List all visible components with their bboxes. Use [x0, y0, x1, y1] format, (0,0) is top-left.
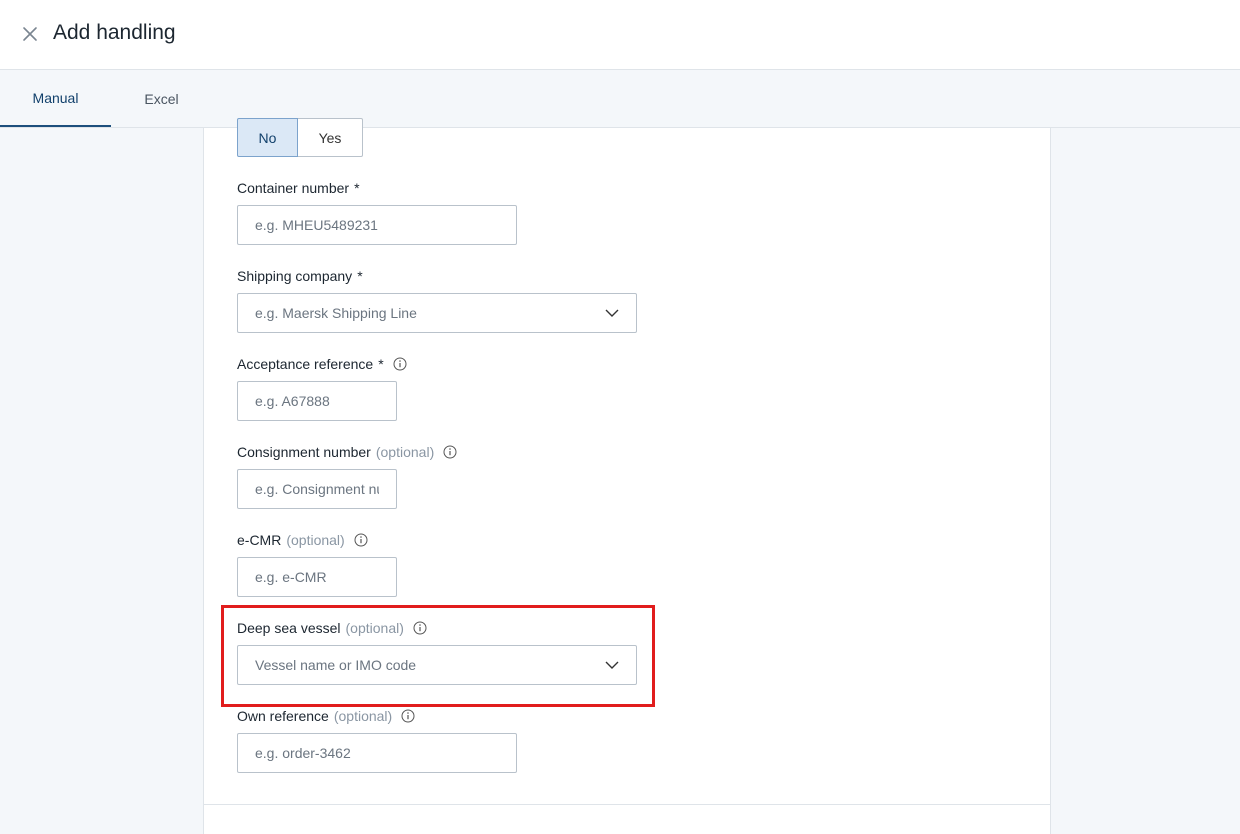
optional-marker: (optional): [375, 444, 435, 460]
own-reference-label-text: Own reference: [237, 708, 329, 724]
toggle-no-button[interactable]: No: [237, 118, 298, 157]
shipping-company-label-text: Shipping company: [237, 268, 353, 284]
deep-sea-vessel-label: Deep sea vessel (optional): [237, 620, 427, 636]
optional-marker: (optional): [345, 620, 404, 636]
own-reference-input[interactable]: [237, 733, 517, 773]
info-icon[interactable]: [393, 357, 407, 371]
form-panel: No Yes Container number * Shipping compa…: [203, 118, 1051, 834]
required-marker: *: [357, 268, 363, 284]
consignment-number-label: Consignment number (optional): [237, 444, 457, 460]
tab-bar: Manual Excel: [0, 71, 1240, 128]
deep-sea-vessel-placeholder: Vessel name or IMO code: [255, 657, 417, 673]
consignment-number-label-text: Consignment number: [237, 444, 371, 460]
yes-no-toggle: No Yes: [237, 118, 363, 157]
container-number-label: Container number *: [237, 180, 360, 196]
own-reference-label: Own reference (optional): [237, 708, 415, 724]
required-marker: *: [378, 356, 384, 372]
optional-marker: (optional): [333, 708, 393, 724]
close-icon: [23, 27, 37, 41]
header-bar: Add handling: [0, 0, 1240, 70]
page-title: Add handling: [53, 21, 176, 44]
ecmr-input[interactable]: [237, 557, 397, 597]
close-button[interactable]: [18, 22, 42, 46]
shipping-company-label: Shipping company *: [237, 268, 363, 284]
panel-divider: [204, 804, 1050, 805]
chevron-down-icon: [605, 661, 619, 669]
chevron-down-icon: [605, 309, 619, 317]
required-marker: *: [354, 180, 360, 196]
ecmr-label-text: e-CMR: [237, 532, 282, 548]
info-icon[interactable]: [354, 533, 368, 547]
info-icon[interactable]: [401, 709, 415, 723]
acceptance-reference-input[interactable]: [237, 381, 397, 421]
toggle-yes-button[interactable]: Yes: [298, 118, 363, 157]
tab-excel[interactable]: Excel: [106, 71, 217, 127]
deep-sea-vessel-select[interactable]: Vessel name or IMO code: [237, 645, 637, 685]
ecmr-label: e-CMR (optional): [237, 532, 368, 548]
acceptance-reference-label: Acceptance reference *: [237, 356, 407, 372]
optional-marker: (optional): [286, 532, 345, 548]
acceptance-reference-label-text: Acceptance reference: [237, 356, 374, 372]
tab-manual[interactable]: Manual: [0, 71, 111, 127]
shipping-company-select[interactable]: e.g. Maersk Shipping Line: [237, 293, 637, 333]
shipping-company-placeholder: e.g. Maersk Shipping Line: [255, 305, 417, 321]
container-number-input[interactable]: [237, 205, 517, 245]
consignment-number-input[interactable]: [237, 469, 397, 509]
container-number-label-text: Container number: [237, 180, 350, 196]
info-icon[interactable]: [443, 445, 457, 459]
info-icon[interactable]: [413, 621, 427, 635]
deep-sea-vessel-label-text: Deep sea vessel: [237, 620, 341, 636]
